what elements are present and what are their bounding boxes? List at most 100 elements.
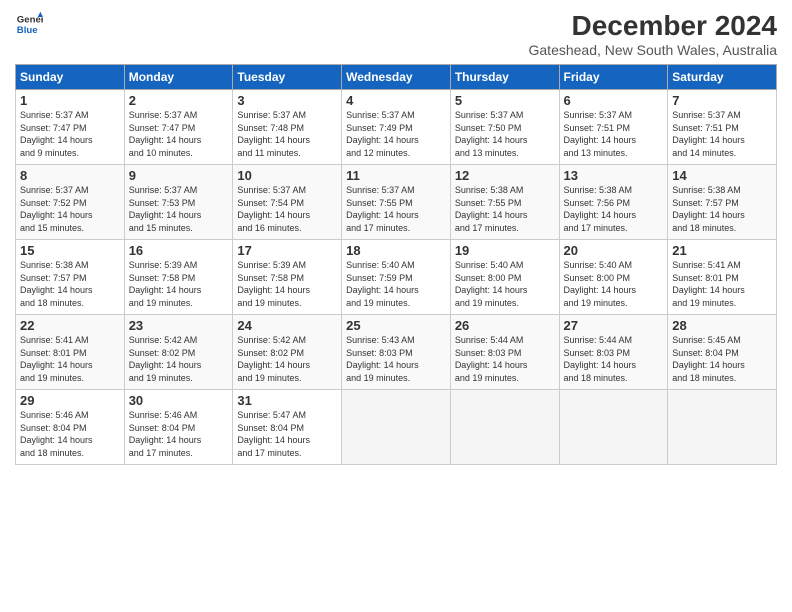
day-info: Sunrise: 5:37 AM Sunset: 7:53 PM Dayligh…: [129, 184, 229, 234]
calendar-cell: 22Sunrise: 5:41 AM Sunset: 8:01 PM Dayli…: [16, 315, 125, 390]
day-number: 28: [672, 318, 772, 333]
col-header-thursday: Thursday: [450, 65, 559, 90]
svg-text:Blue: Blue: [17, 25, 38, 36]
calendar-cell: 19Sunrise: 5:40 AM Sunset: 8:00 PM Dayli…: [450, 240, 559, 315]
day-info: Sunrise: 5:45 AM Sunset: 8:04 PM Dayligh…: [672, 334, 772, 384]
calendar-cell: 25Sunrise: 5:43 AM Sunset: 8:03 PM Dayli…: [342, 315, 451, 390]
calendar-cell: 21Sunrise: 5:41 AM Sunset: 8:01 PM Dayli…: [668, 240, 777, 315]
calendar-cell: 14Sunrise: 5:38 AM Sunset: 7:57 PM Dayli…: [668, 165, 777, 240]
calendar-cell: 8Sunrise: 5:37 AM Sunset: 7:52 PM Daylig…: [16, 165, 125, 240]
day-info: Sunrise: 5:38 AM Sunset: 7:57 PM Dayligh…: [672, 184, 772, 234]
day-number: 23: [129, 318, 229, 333]
day-info: Sunrise: 5:37 AM Sunset: 7:47 PM Dayligh…: [129, 109, 229, 159]
calendar-cell: [450, 390, 559, 465]
logo-icon: General Blue: [15, 10, 43, 38]
col-header-sunday: Sunday: [16, 65, 125, 90]
day-info: Sunrise: 5:38 AM Sunset: 7:57 PM Dayligh…: [20, 259, 120, 309]
logo: General Blue: [15, 10, 43, 38]
day-number: 31: [237, 393, 337, 408]
day-info: Sunrise: 5:37 AM Sunset: 7:49 PM Dayligh…: [346, 109, 446, 159]
calendar-cell: 13Sunrise: 5:38 AM Sunset: 7:56 PM Dayli…: [559, 165, 668, 240]
day-info: Sunrise: 5:47 AM Sunset: 8:04 PM Dayligh…: [237, 409, 337, 459]
calendar-cell: 29Sunrise: 5:46 AM Sunset: 8:04 PM Dayli…: [16, 390, 125, 465]
calendar-cell: 26Sunrise: 5:44 AM Sunset: 8:03 PM Dayli…: [450, 315, 559, 390]
day-info: Sunrise: 5:40 AM Sunset: 8:00 PM Dayligh…: [455, 259, 555, 309]
day-number: 19: [455, 243, 555, 258]
header: General Blue December 2024 Gateshead, Ne…: [15, 10, 777, 58]
main-title: December 2024: [529, 10, 778, 42]
day-number: 12: [455, 168, 555, 183]
day-info: Sunrise: 5:37 AM Sunset: 7:55 PM Dayligh…: [346, 184, 446, 234]
col-header-saturday: Saturday: [668, 65, 777, 90]
day-number: 5: [455, 93, 555, 108]
day-info: Sunrise: 5:37 AM Sunset: 7:51 PM Dayligh…: [564, 109, 664, 159]
calendar-cell: 27Sunrise: 5:44 AM Sunset: 8:03 PM Dayli…: [559, 315, 668, 390]
day-info: Sunrise: 5:42 AM Sunset: 8:02 PM Dayligh…: [129, 334, 229, 384]
day-number: 3: [237, 93, 337, 108]
calendar-table: SundayMondayTuesdayWednesdayThursdayFrid…: [15, 64, 777, 465]
calendar-cell: 2Sunrise: 5:37 AM Sunset: 7:47 PM Daylig…: [124, 90, 233, 165]
day-number: 26: [455, 318, 555, 333]
calendar-header-row: SundayMondayTuesdayWednesdayThursdayFrid…: [16, 65, 777, 90]
day-number: 2: [129, 93, 229, 108]
day-number: 8: [20, 168, 120, 183]
calendar-cell: [342, 390, 451, 465]
calendar-cell: 11Sunrise: 5:37 AM Sunset: 7:55 PM Dayli…: [342, 165, 451, 240]
week-row-1: 1Sunrise: 5:37 AM Sunset: 7:47 PM Daylig…: [16, 90, 777, 165]
day-info: Sunrise: 5:39 AM Sunset: 7:58 PM Dayligh…: [129, 259, 229, 309]
day-info: Sunrise: 5:37 AM Sunset: 7:52 PM Dayligh…: [20, 184, 120, 234]
day-number: 30: [129, 393, 229, 408]
day-number: 17: [237, 243, 337, 258]
calendar-cell: 31Sunrise: 5:47 AM Sunset: 8:04 PM Dayli…: [233, 390, 342, 465]
day-number: 27: [564, 318, 664, 333]
calendar-cell: 12Sunrise: 5:38 AM Sunset: 7:55 PM Dayli…: [450, 165, 559, 240]
calendar-cell: 20Sunrise: 5:40 AM Sunset: 8:00 PM Dayli…: [559, 240, 668, 315]
day-info: Sunrise: 5:38 AM Sunset: 7:56 PM Dayligh…: [564, 184, 664, 234]
day-info: Sunrise: 5:41 AM Sunset: 8:01 PM Dayligh…: [672, 259, 772, 309]
day-number: 25: [346, 318, 446, 333]
day-number: 4: [346, 93, 446, 108]
day-info: Sunrise: 5:37 AM Sunset: 7:54 PM Dayligh…: [237, 184, 337, 234]
day-info: Sunrise: 5:41 AM Sunset: 8:01 PM Dayligh…: [20, 334, 120, 384]
day-info: Sunrise: 5:37 AM Sunset: 7:47 PM Dayligh…: [20, 109, 120, 159]
day-number: 6: [564, 93, 664, 108]
week-row-5: 29Sunrise: 5:46 AM Sunset: 8:04 PM Dayli…: [16, 390, 777, 465]
col-header-friday: Friday: [559, 65, 668, 90]
calendar-cell: 4Sunrise: 5:37 AM Sunset: 7:49 PM Daylig…: [342, 90, 451, 165]
day-info: Sunrise: 5:39 AM Sunset: 7:58 PM Dayligh…: [237, 259, 337, 309]
calendar-cell: 5Sunrise: 5:37 AM Sunset: 7:50 PM Daylig…: [450, 90, 559, 165]
day-info: Sunrise: 5:40 AM Sunset: 8:00 PM Dayligh…: [564, 259, 664, 309]
calendar-cell: 30Sunrise: 5:46 AM Sunset: 8:04 PM Dayli…: [124, 390, 233, 465]
col-header-monday: Monday: [124, 65, 233, 90]
day-number: 9: [129, 168, 229, 183]
calendar-cell: 16Sunrise: 5:39 AM Sunset: 7:58 PM Dayli…: [124, 240, 233, 315]
day-number: 22: [20, 318, 120, 333]
day-number: 15: [20, 243, 120, 258]
day-info: Sunrise: 5:42 AM Sunset: 8:02 PM Dayligh…: [237, 334, 337, 384]
day-info: Sunrise: 5:46 AM Sunset: 8:04 PM Dayligh…: [20, 409, 120, 459]
day-info: Sunrise: 5:37 AM Sunset: 7:50 PM Dayligh…: [455, 109, 555, 159]
calendar-cell: 3Sunrise: 5:37 AM Sunset: 7:48 PM Daylig…: [233, 90, 342, 165]
subtitle: Gateshead, New South Wales, Australia: [529, 42, 778, 58]
calendar-cell: 24Sunrise: 5:42 AM Sunset: 8:02 PM Dayli…: [233, 315, 342, 390]
day-info: Sunrise: 5:37 AM Sunset: 7:51 PM Dayligh…: [672, 109, 772, 159]
week-row-2: 8Sunrise: 5:37 AM Sunset: 7:52 PM Daylig…: [16, 165, 777, 240]
col-header-wednesday: Wednesday: [342, 65, 451, 90]
col-header-tuesday: Tuesday: [233, 65, 342, 90]
day-number: 13: [564, 168, 664, 183]
calendar-cell: 10Sunrise: 5:37 AM Sunset: 7:54 PM Dayli…: [233, 165, 342, 240]
week-row-4: 22Sunrise: 5:41 AM Sunset: 8:01 PM Dayli…: [16, 315, 777, 390]
calendar-cell: 23Sunrise: 5:42 AM Sunset: 8:02 PM Dayli…: [124, 315, 233, 390]
day-info: Sunrise: 5:40 AM Sunset: 7:59 PM Dayligh…: [346, 259, 446, 309]
day-info: Sunrise: 5:44 AM Sunset: 8:03 PM Dayligh…: [455, 334, 555, 384]
calendar-cell: 6Sunrise: 5:37 AM Sunset: 7:51 PM Daylig…: [559, 90, 668, 165]
day-number: 29: [20, 393, 120, 408]
day-info: Sunrise: 5:38 AM Sunset: 7:55 PM Dayligh…: [455, 184, 555, 234]
day-number: 11: [346, 168, 446, 183]
day-number: 21: [672, 243, 772, 258]
day-info: Sunrise: 5:44 AM Sunset: 8:03 PM Dayligh…: [564, 334, 664, 384]
day-number: 14: [672, 168, 772, 183]
day-number: 16: [129, 243, 229, 258]
calendar-cell: 1Sunrise: 5:37 AM Sunset: 7:47 PM Daylig…: [16, 90, 125, 165]
calendar-cell: 28Sunrise: 5:45 AM Sunset: 8:04 PM Dayli…: [668, 315, 777, 390]
